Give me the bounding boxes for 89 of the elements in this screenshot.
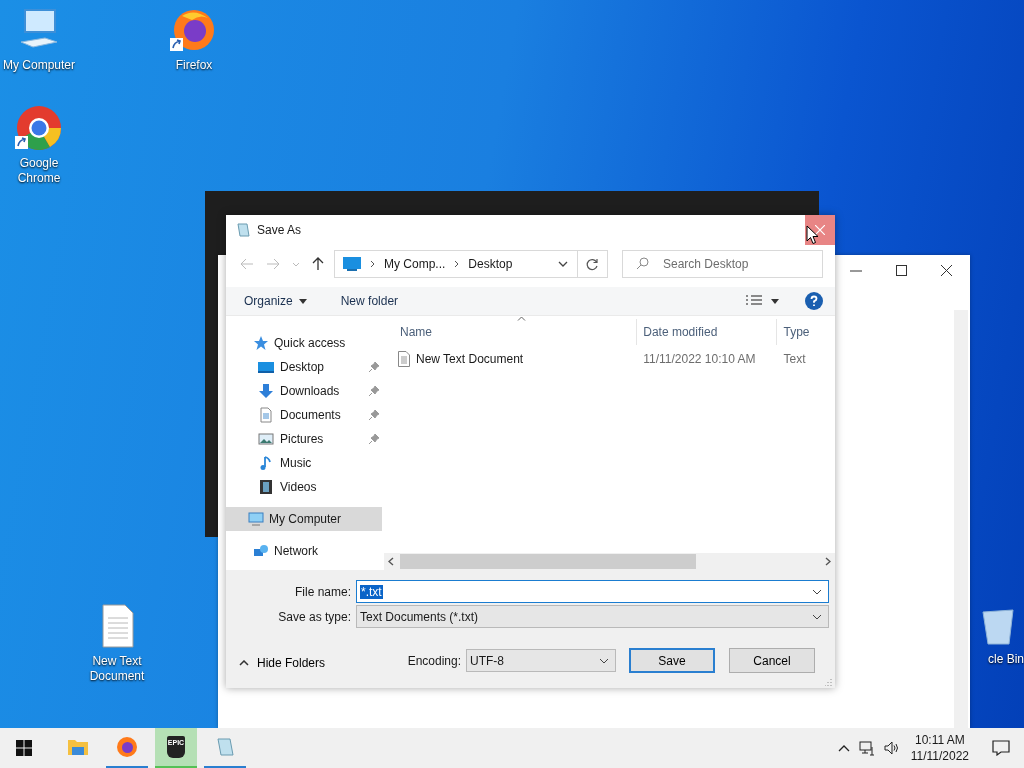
chrome-icon[interactable] [15, 104, 63, 152]
notepad-icon [235, 222, 251, 238]
caret-icon [771, 298, 779, 304]
sort-caret-icon [517, 316, 526, 321]
nav-item[interactable]: Music [226, 451, 382, 475]
windows-start-icon[interactable] [16, 740, 32, 756]
nav-item[interactable]: Desktop [226, 355, 382, 379]
column-header[interactable]: Type [776, 319, 835, 345]
hide-folders-button[interactable]: Hide Folders [226, 651, 326, 670]
nav-item[interactable]: Documents [226, 403, 382, 427]
monitor-icon [343, 257, 361, 271]
column-header[interactable]: Date modified [636, 319, 777, 345]
minimize-icon[interactable] [850, 269, 862, 272]
breadcrumb-item[interactable]: Desktop [468, 257, 513, 271]
notepad-icon [214, 736, 236, 758]
nav-item[interactable]: My Computer [226, 507, 382, 531]
search-icon [636, 257, 649, 270]
mouse-cursor-icon [806, 225, 819, 245]
field-label: Save as type: [277, 609, 352, 624]
horizontal-scrollbar[interactable] [384, 553, 835, 570]
chevron-icon [370, 260, 375, 268]
download-icon [258, 383, 274, 399]
dropdown-caret-icon[interactable] [812, 588, 822, 595]
network-icon[interactable] [858, 740, 875, 756]
column-header[interactable]: Name [388, 325, 637, 339]
picture-icon [258, 431, 274, 447]
text-file-icon [398, 351, 410, 367]
window-title: Save As [257, 223, 302, 237]
star-icon [253, 335, 269, 351]
chevron-up-icon[interactable] [837, 744, 850, 752]
file-row[interactable]: New Text Document 11/11/2022 10:10 AM Text [388, 347, 835, 371]
pin-icon [369, 409, 379, 421]
nav-item[interactable]: Downloads [226, 379, 382, 403]
help-icon[interactable] [805, 292, 823, 310]
search-field[interactable]: Search Desktop [622, 250, 823, 278]
icon-label: New Text Document [88, 654, 146, 684]
chevron-up-icon [239, 659, 249, 666]
nav-item[interactable]: Videos [226, 475, 382, 499]
refresh-icon [586, 257, 599, 271]
chevron-icon [454, 260, 460, 268]
list-view-icon [745, 295, 763, 307]
clock-time[interactable]: 10:11 AM [914, 732, 965, 748]
music-note-icon [258, 455, 274, 471]
breadcrumb-item[interactable]: My Comp... [384, 257, 446, 271]
address-bar[interactable]: My Comp... Desktop [334, 250, 608, 278]
type-text: Text [782, 352, 807, 366]
dropdown-caret-icon [812, 613, 822, 620]
scroll-left-icon[interactable] [388, 557, 394, 566]
icon-label: Firefox [175, 58, 213, 73]
close-icon [815, 225, 825, 235]
file-name: New Text Document [416, 352, 524, 366]
dropdown-caret-icon [599, 657, 609, 664]
icon-label: cle Bin [987, 652, 1024, 667]
desktop-icon [258, 359, 274, 375]
new-folder-button[interactable]: New folder [332, 292, 407, 310]
save-button[interactable]: Save [629, 648, 715, 673]
scroll-right-icon[interactable] [825, 557, 831, 566]
maximize-icon[interactable] [896, 265, 907, 276]
date-text: 11/11/2022 10:10 AM [642, 352, 757, 366]
encoding-dropdown[interactable]: UTF-8 [466, 649, 616, 672]
volume-icon[interactable] [883, 741, 900, 755]
document-icon [258, 407, 274, 423]
organize-button[interactable]: Organize [236, 292, 315, 310]
browser-icon [116, 736, 138, 758]
nav-item[interactable]: Pictures [226, 427, 382, 451]
icon-label: My Computer [3, 58, 75, 73]
pin-icon [369, 433, 379, 445]
up-arrow-icon[interactable] [312, 257, 324, 271]
field-label: Encoding: [407, 653, 462, 668]
view-options-button[interactable] [745, 295, 779, 307]
nav-item[interactable]: Quick access [226, 331, 382, 355]
caret-icon [298, 298, 307, 304]
computer-icon [248, 511, 264, 527]
dropdown-caret-icon[interactable] [558, 261, 568, 267]
clock-date[interactable]: 11/11/2022 [910, 748, 969, 764]
field-label: File name: [293, 584, 352, 599]
icon-label: Google Chrome [16, 156, 62, 186]
pin-icon [369, 361, 379, 373]
folder-icon [67, 737, 89, 757]
notification-icon[interactable] [992, 740, 1010, 756]
nav-item[interactable]: Network [226, 539, 382, 563]
network-icon [253, 543, 269, 559]
save-type-dropdown[interactable]: Text Documents (*.txt) [356, 605, 829, 628]
film-icon [258, 479, 274, 495]
close-icon[interactable] [941, 265, 952, 276]
resize-grip-icon[interactable] [825, 678, 833, 686]
pin-icon [369, 385, 379, 397]
cancel-button[interactable]: Cancel [729, 648, 815, 673]
file-name-field[interactable]: *.txt [356, 580, 829, 603]
